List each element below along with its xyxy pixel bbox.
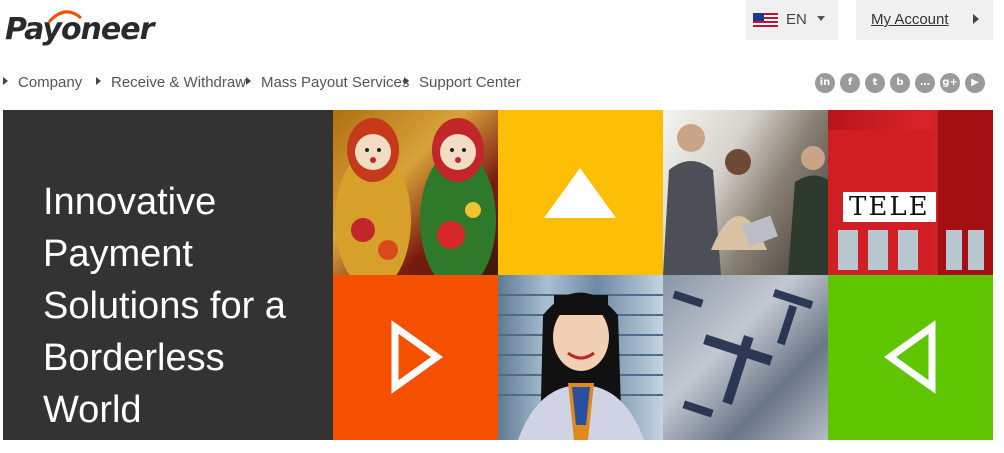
logo-text: Payoneer [5,12,154,47]
my-account-button[interactable]: My Account [856,0,993,40]
arrow-left-outline-icon [883,320,936,394]
chevron-down-icon [817,16,825,21]
hero-banner: Innovative Payment Solutions for a Borde… [3,110,993,440]
business-meeting-image [663,124,828,275]
tagline-line: Innovative [43,181,217,223]
facebook-icon[interactable]: f [840,73,860,93]
booth-sign: TELE [843,192,936,222]
arrow-right-icon [404,77,409,85]
yellow-tile[interactable] [498,110,663,275]
twitter-icon[interactable]: t [865,73,885,93]
us-flag-icon [753,13,778,27]
woman-portrait-image [498,292,663,440]
nesting-dolls-image [335,118,496,275]
telephone-booth-photo: TELE [828,110,993,275]
blog-icon[interactable]: b [890,73,910,93]
nav-item-company[interactable]: Company [3,74,82,91]
hero-tagline: Innovative Payment Solutions for a Borde… [43,176,323,436]
language-code: EN [786,11,807,28]
business-meeting-photo [663,110,828,275]
my-account-label: My Account [871,11,949,28]
nav-item-label: Receive & Withdraw [111,74,247,91]
chat-icon[interactable]: … [915,73,935,93]
green-tile[interactable] [828,275,993,440]
tagline-line: Solutions for a [43,285,286,327]
play-outline-icon [391,320,444,394]
nav-item-mass-payout[interactable]: Mass Payout Services [246,74,409,91]
banknote-image [672,289,814,418]
nav-item-label: Company [18,74,83,91]
nav-item-support-center[interactable]: Support Center [404,74,521,91]
arrow-right-icon [96,77,101,85]
tagline-line: Payment [43,233,193,275]
google-plus-icon[interactable]: g+ [940,73,960,93]
woman-portrait-photo [498,275,663,440]
youtube-icon[interactable]: ▶ [965,73,985,93]
nav-item-receive-withdraw[interactable]: Receive & Withdraw [96,74,246,91]
arrow-right-icon [246,77,251,85]
language-selector[interactable]: EN [746,0,838,40]
nav-item-label: Mass Payout Services [261,74,410,91]
arrow-right-icon [3,77,8,85]
tagline-line: Borderless World [43,337,225,431]
chevron-right-icon [973,14,979,24]
nesting-dolls-photo [333,110,498,275]
triangle-up-icon [544,168,616,218]
linkedin-icon[interactable]: in [815,73,835,93]
banknote-photo [663,275,828,440]
tagline-panel: Innovative Payment Solutions for a Borde… [3,110,333,440]
orange-tile[interactable] [333,275,498,440]
nav-item-label: Support Center [419,74,521,91]
